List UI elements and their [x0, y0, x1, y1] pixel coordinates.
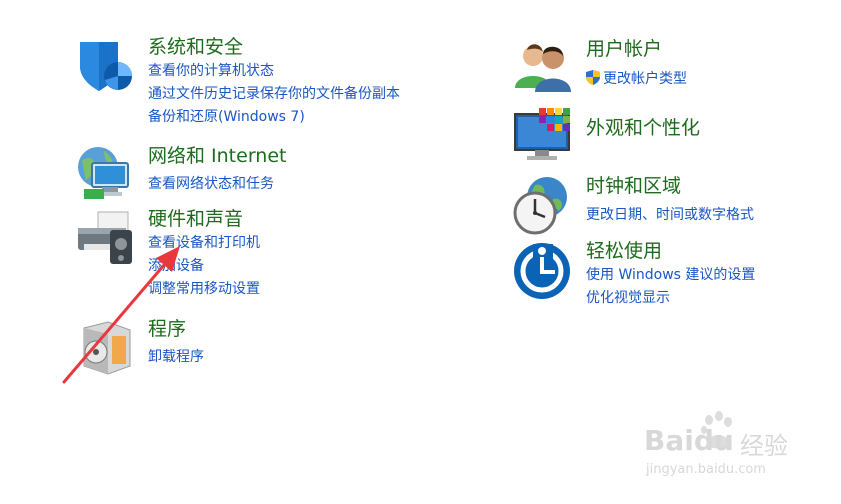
network-globe-icon[interactable]	[74, 145, 136, 207]
backup-restore-link[interactable]: 备份和还原(Windows 7)	[148, 108, 305, 126]
watermark-brand-cn: 经验	[740, 432, 788, 460]
programs-disc-icon[interactable]	[74, 318, 136, 380]
watermark-brand: Baidu	[644, 424, 734, 457]
system-security-title[interactable]: 系统和安全	[148, 36, 243, 58]
uac-shield-icon	[586, 70, 600, 85]
ease-of-access-title[interactable]: 轻松使用	[586, 240, 662, 262]
view-network-status-link[interactable]: 查看网络状态和任务	[148, 175, 274, 193]
user-accounts-title[interactable]: 用户帐户	[586, 38, 662, 60]
view-devices-printers-link[interactable]: 查看设备和打印机	[148, 234, 260, 252]
uninstall-program-link[interactable]: 卸载程序	[148, 348, 204, 366]
appearance-monitor-icon[interactable]	[513, 106, 575, 168]
hardware-sound-title[interactable]: 硬件和声音	[148, 208, 243, 230]
network-internet-title[interactable]: 网络和 Internet	[148, 145, 286, 167]
change-date-time-format-link[interactable]: 更改日期、时间或数字格式	[586, 206, 754, 224]
user-accounts-icon[interactable]	[513, 38, 575, 100]
clock-globe-icon[interactable]	[513, 175, 575, 237]
view-computer-status-link[interactable]: 查看你的计算机状态	[148, 62, 274, 80]
ease-of-access-icon[interactable]	[513, 240, 575, 302]
clock-region-title[interactable]: 时钟和区域	[586, 175, 681, 197]
baidu-watermark: Baidu 经验 jingyan.baidu.com	[640, 408, 810, 488]
watermark-url: jingyan.baidu.com	[646, 462, 766, 477]
adjust-mobility-settings-link[interactable]: 调整常用移动设置	[148, 280, 260, 298]
programs-title[interactable]: 程序	[148, 318, 186, 340]
change-account-type-link[interactable]: 更改帐户类型	[586, 70, 687, 88]
printer-icon[interactable]	[74, 208, 136, 270]
optimize-visual-display-link[interactable]: 优化视觉显示	[586, 289, 670, 307]
windows-recommended-settings-link[interactable]: 使用 Windows 建议的设置	[586, 266, 755, 284]
add-device-link[interactable]: 添加设备	[148, 257, 204, 275]
appearance-title[interactable]: 外观和个性化	[586, 117, 700, 139]
file-history-backup-link[interactable]: 通过文件历史记录保存你的文件备份副本	[148, 85, 400, 103]
security-shield-icon[interactable]	[74, 36, 136, 98]
change-account-type-label: 更改帐户类型	[603, 71, 687, 87]
